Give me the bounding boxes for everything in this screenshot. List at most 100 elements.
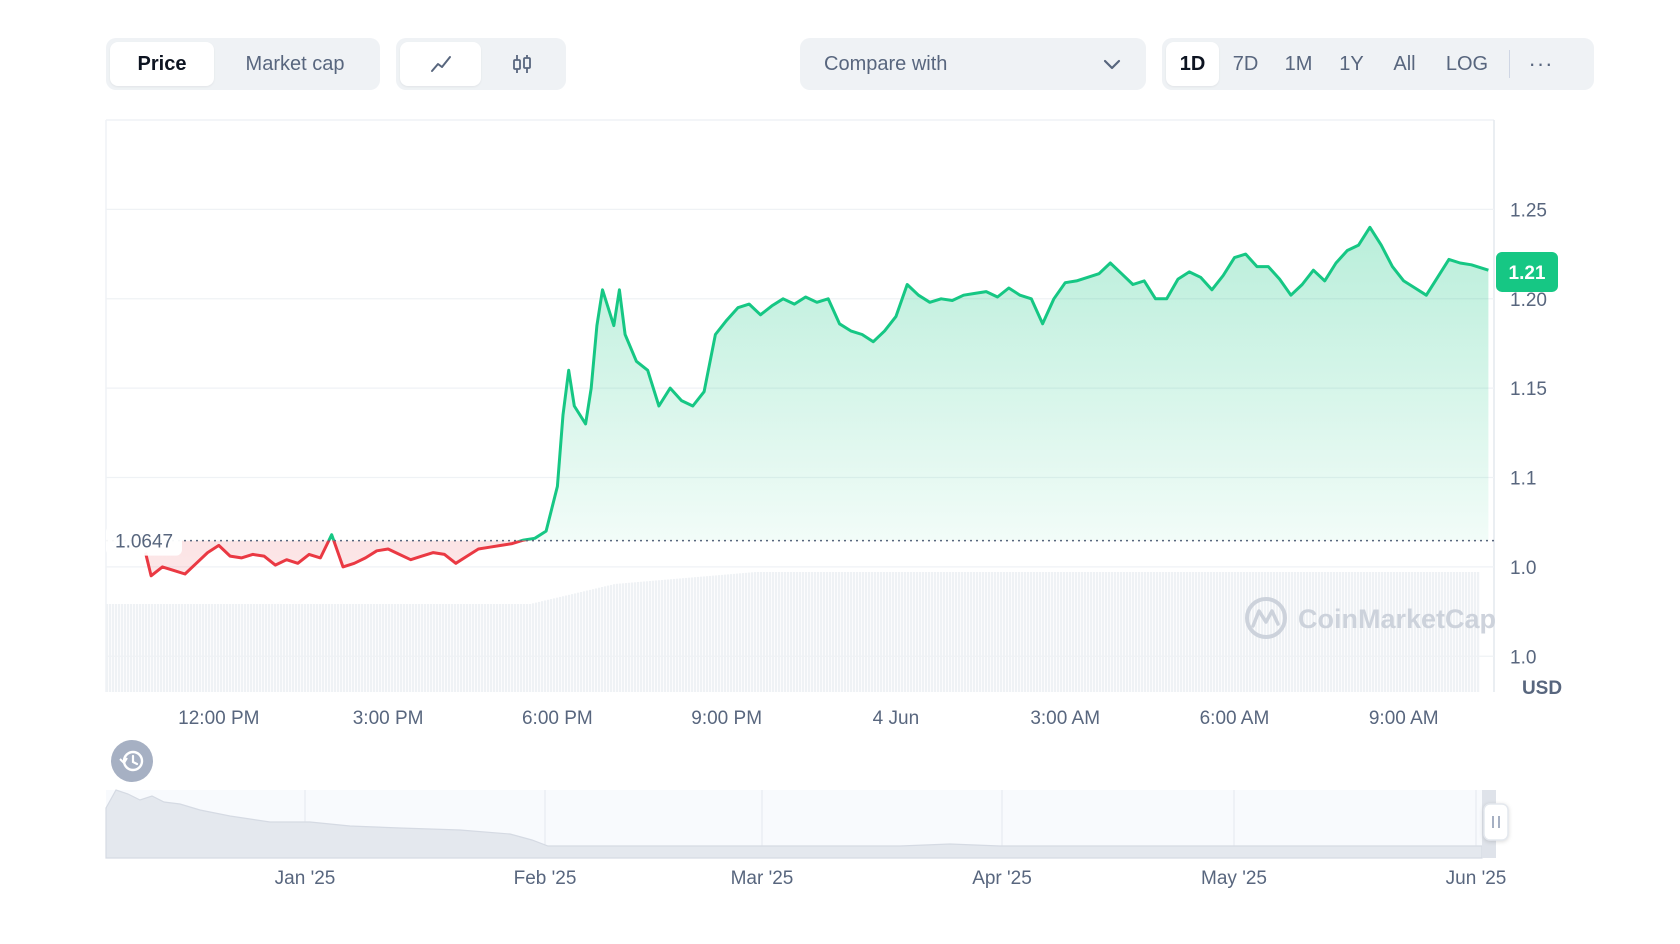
volume-bar: [964, 572, 967, 692]
volume-bar: [919, 572, 922, 692]
volume-bar: [151, 604, 154, 692]
volume-bar: [490, 604, 493, 692]
volume-bar: [355, 604, 358, 692]
volume-bar: [1204, 572, 1207, 692]
volume-bar: [166, 604, 169, 692]
volume-bar: [766, 572, 769, 692]
volume-bar: [565, 595, 568, 692]
volume-bar: [1150, 572, 1153, 692]
volume-bar: [1135, 572, 1138, 692]
volume-bar: [850, 572, 853, 692]
volume-bar: [496, 604, 499, 692]
volume-bar: [394, 604, 397, 692]
volume-bar: [487, 604, 490, 692]
volume-bar: [1099, 572, 1102, 692]
volume-bar: [598, 587, 601, 692]
volume-bar: [640, 581, 643, 692]
volume-bar: [463, 604, 466, 692]
volume-bar: [1072, 572, 1075, 692]
volume-bar: [106, 604, 109, 692]
volume-bar: [1141, 572, 1144, 692]
volume-bar: [130, 604, 133, 692]
volume-bar: [571, 594, 574, 692]
volume-bar: [847, 572, 850, 692]
volume-bar: [1078, 572, 1081, 692]
volume-bar: [991, 572, 994, 692]
volume-bar: [1066, 572, 1069, 692]
volume-bar: [127, 604, 130, 692]
volume-bar: [211, 604, 214, 692]
volume-bar: [817, 572, 820, 692]
y-tick-label: 1.0: [1510, 558, 1536, 579]
volume-bar: [601, 587, 604, 692]
volume-bar: [670, 579, 673, 692]
volume-bar: [262, 604, 265, 692]
volume-bar: [346, 604, 349, 692]
volume-bar: [397, 604, 400, 692]
volume-bar: [715, 575, 718, 692]
volume-bar: [1162, 572, 1165, 692]
volume-bar: [1045, 572, 1048, 692]
volume-bar: [190, 604, 193, 692]
volume-bar: [637, 582, 640, 692]
volume-bar: [1171, 572, 1174, 692]
volume-bar: [175, 604, 178, 692]
volume-bar: [1006, 572, 1009, 692]
volume-bar: [1018, 572, 1021, 692]
volume-bar: [559, 596, 562, 692]
volume-bar: [223, 604, 226, 692]
navigator-handle[interactable]: [1483, 803, 1509, 841]
volume-bar: [448, 604, 451, 692]
y-tick-label: 1.25: [1510, 200, 1547, 221]
volume-bar: [796, 572, 799, 692]
volume-bar: [922, 572, 925, 692]
volume-bar: [1144, 572, 1147, 692]
volume-bar: [814, 572, 817, 692]
volume-bar: [139, 604, 142, 692]
volume-bar: [406, 604, 409, 692]
volume-bar: [427, 604, 430, 692]
volume-bar: [235, 604, 238, 692]
volume-bar: [1123, 572, 1126, 692]
history-button[interactable]: [111, 740, 153, 782]
volume-bar: [952, 572, 955, 692]
volume-bar: [436, 604, 439, 692]
volume-bar: [763, 572, 766, 692]
volume-bar: [1240, 572, 1243, 692]
current-price-label: 1.21: [1509, 263, 1546, 284]
volume-bar: [1282, 572, 1285, 692]
volume-bar: [505, 604, 508, 692]
volume-bar: [442, 604, 445, 692]
volume-bar: [745, 572, 748, 692]
volume-bar: [880, 572, 883, 692]
volume-bar: [526, 604, 529, 692]
volume-bar: [532, 603, 535, 692]
volume-bar: [304, 604, 307, 692]
navigator-month-label: Jun '25: [1446, 868, 1507, 889]
volume-bar: [883, 572, 886, 692]
y-tick-label: 1.0: [1510, 647, 1536, 668]
volume-bar: [1228, 572, 1231, 692]
volume-bar: [946, 572, 949, 692]
volume-bar: [538, 601, 541, 692]
volume-bar: [631, 582, 634, 692]
volume-bar: [1114, 572, 1117, 692]
range-navigator[interactable]: [105, 789, 1509, 859]
currency-label: USD: [1522, 678, 1562, 699]
volume-bar: [322, 604, 325, 692]
volume-bar: [547, 599, 550, 692]
volume-bar: [343, 604, 346, 692]
volume-bar: [313, 604, 316, 692]
volume-bar: [976, 572, 979, 692]
volume-bar: [277, 604, 280, 692]
volume-bar: [958, 572, 961, 692]
volume-bar: [349, 604, 352, 692]
volume-bar: [1285, 572, 1288, 692]
volume-bar: [403, 604, 406, 692]
volume-bar: [1186, 572, 1189, 692]
volume-bar: [409, 604, 412, 692]
volume-bar: [481, 604, 484, 692]
volume-bar: [259, 604, 262, 692]
volume-bar: [502, 604, 505, 692]
volume-bar: [733, 573, 736, 692]
